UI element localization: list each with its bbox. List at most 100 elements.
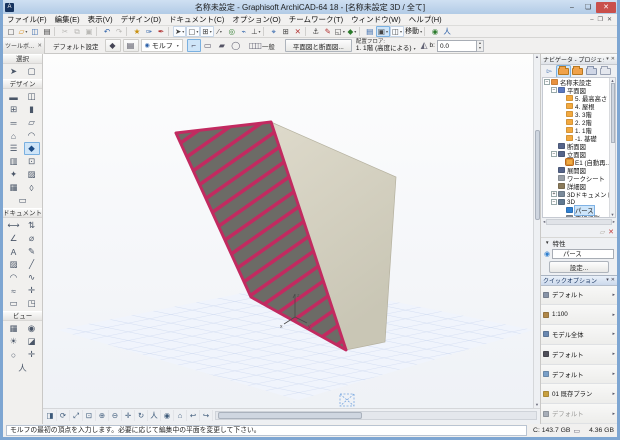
model-view-option[interactable]: デフォルト ▸: [541, 365, 617, 385]
slab-tool[interactable]: ▱: [24, 116, 40, 129]
hotspot-tool[interactable]: ✛: [24, 284, 40, 297]
minimize-button[interactable]: –: [564, 2, 580, 13]
home-zoom-button[interactable]: ⌂: [174, 410, 187, 421]
project-map-tab[interactable]: [557, 66, 570, 77]
paste-button[interactable]: ▣▾: [83, 26, 95, 37]
mdi-restore-button[interactable]: ❐: [596, 16, 605, 23]
angle-dimension-tool[interactable]: ∠: [6, 232, 22, 245]
tree-expander[interactable]: −: [551, 87, 557, 93]
viewport-vertical-scrollbar[interactable]: ▲ ▼: [533, 54, 540, 408]
zoom-out-button[interactable]: ⊖: [109, 410, 122, 421]
settings-button[interactable]: 設定...: [549, 261, 609, 273]
close-icon[interactable]: ✕: [609, 56, 615, 62]
menu-view[interactable]: 表示(V): [84, 14, 117, 26]
view-map-tab[interactable]: [571, 66, 584, 77]
redo-button[interactable]: ↷▾: [113, 26, 125, 37]
walkthrough-button[interactable]: 人: [15, 361, 31, 374]
guide-lines-dropdown[interactable]: ⁄▾: [214, 26, 226, 37]
magic-wand-button[interactable]: ⌁▾: [238, 26, 250, 37]
scrollbar-track[interactable]: [546, 219, 611, 225]
shell-tool[interactable]: ◠: [24, 129, 40, 142]
separator[interactable]: ▾: [359, 27, 363, 36]
separator[interactable]: ▾: [168, 27, 172, 36]
drawing-tool[interactable]: ◳: [24, 297, 40, 310]
toolbox-close-icon[interactable]: ✕: [37, 43, 42, 49]
dimension-tool[interactable]: ⟷: [6, 219, 22, 232]
window-tool[interactable]: ⊞: [6, 103, 22, 116]
menu-window[interactable]: ウィンドウ(W): [347, 14, 405, 26]
scale-option[interactable]: 1:100 ▸: [541, 305, 617, 325]
scroll-up-icon[interactable]: ▲: [535, 54, 539, 60]
scrollbar-thumb[interactable]: [218, 412, 362, 419]
beam-tool[interactable]: ═: [6, 116, 22, 129]
polyline-tool[interactable]: ∿: [24, 271, 40, 284]
save-button[interactable]: ◫▾: [29, 26, 41, 37]
radial-dimension-tool[interactable]: ⌀: [24, 232, 40, 245]
tree-expander[interactable]: −: [551, 199, 557, 205]
menu-options[interactable]: オプション(O): [228, 14, 284, 26]
object-tool[interactable]: ⊡: [24, 155, 40, 168]
tree-item[interactable]: + 3Dドキュメント: [543, 190, 615, 198]
separator[interactable]: ▾: [54, 27, 58, 36]
hotlink-button[interactable]: ⚓▾: [310, 26, 322, 37]
mdi-minimize-button[interactable]: –: [588, 17, 595, 23]
undo-button[interactable]: ↶▾: [101, 26, 113, 37]
close-button[interactable]: ✕: [596, 2, 616, 13]
copy-button[interactable]: ⧉▾: [71, 26, 83, 37]
stair-tool[interactable]: ☰: [6, 142, 22, 155]
zoom-in-button[interactable]: ⊕: [96, 410, 109, 421]
rectangle-geometry-button[interactable]: ▭: [201, 39, 215, 52]
new-folder-icon[interactable]: ▱: [600, 228, 605, 236]
column-tool[interactable]: ▮: [24, 103, 40, 116]
dimension-style-option[interactable]: デフォルト ▸: [541, 404, 617, 424]
cut-button[interactable]: ✂▾: [59, 26, 71, 37]
marquee-tool-dropdown[interactable]: ▢▾: [186, 26, 200, 37]
delete-icon[interactable]: ✕: [608, 228, 614, 236]
figure-tool[interactable]: ▭: [6, 297, 22, 310]
wall-tool[interactable]: ▬: [6, 90, 22, 103]
viewpoint-name-field[interactable]: パース: [552, 249, 614, 259]
menu-design[interactable]: デザイン(D): [117, 14, 165, 26]
3d-window-dropdown[interactable]: ▣▾: [376, 26, 390, 37]
step-down-icon[interactable]: ▼: [477, 46, 483, 51]
layer-button[interactable]: ▤: [123, 39, 139, 52]
curtain-wall-tool[interactable]: ▥: [6, 155, 22, 168]
menu-edit[interactable]: 編集(E): [51, 14, 84, 26]
look-to-button[interactable]: ◉: [161, 410, 174, 421]
layout-book-tab[interactable]: [585, 66, 598, 77]
layer-dropdown[interactable]: ◉ モルフ ▾: [141, 39, 183, 52]
maximize-button[interactable]: ❏: [580, 2, 596, 13]
tree-expander[interactable]: −: [544, 79, 550, 85]
separator[interactable]: ▾: [424, 27, 428, 36]
elevation-input[interactable]: 0.0: [437, 40, 477, 52]
separator[interactable]: ▾: [96, 27, 100, 36]
camera-tool[interactable]: ◉: [24, 322, 40, 335]
plan-and-section-button[interactable]: 平面図と断面図...: [285, 39, 352, 52]
properties-header[interactable]: ▼ 特性: [541, 237, 617, 248]
label-tool[interactable]: ✎: [24, 245, 40, 258]
arrow-tool-dropdown[interactable]: ➤▾: [173, 26, 186, 37]
line-tool[interactable]: ╱: [24, 258, 40, 271]
layers-dialog-button[interactable]: ▤▾: [364, 26, 376, 37]
snap-grid-dropdown[interactable]: ⊞▾: [200, 26, 213, 37]
favorites-button[interactable]: ★▾: [131, 26, 143, 37]
markup-button[interactable]: ✎▾: [322, 26, 334, 37]
extrude-geometry-button[interactable]: ▰: [215, 39, 229, 52]
tree-horizontal-scrollbar[interactable]: ◂ ▸: [541, 218, 617, 227]
marquee-tool[interactable]: ▢: [24, 65, 40, 78]
move-dropdown[interactable]: 移動▾: [404, 26, 423, 37]
tree-item[interactable]: 平行投影: [543, 214, 615, 218]
suspend-groups-button[interactable]: ◎▾: [226, 26, 238, 37]
rendering-scene-button[interactable]: ▦: [6, 322, 22, 335]
menu-teamwork[interactable]: チームワーク(T): [285, 14, 347, 26]
print-button[interactable]: ▤▾: [41, 26, 53, 37]
skylight-tool[interactable]: ◊: [24, 181, 40, 194]
text-tool[interactable]: A: [6, 245, 22, 258]
new-button[interactable]: ▢▾: [5, 26, 17, 37]
structure-display-option[interactable]: モデル全体 ▸: [541, 325, 617, 345]
viewpoint-tab-button[interactable]: ◨: [44, 410, 57, 421]
zoom-tool[interactable]: ○: [6, 348, 22, 361]
inject-parameters-button[interactable]: ✒▾: [155, 26, 167, 37]
menu-help[interactable]: ヘルプ(H): [405, 14, 446, 26]
walk-button[interactable]: 人▾: [441, 26, 453, 37]
